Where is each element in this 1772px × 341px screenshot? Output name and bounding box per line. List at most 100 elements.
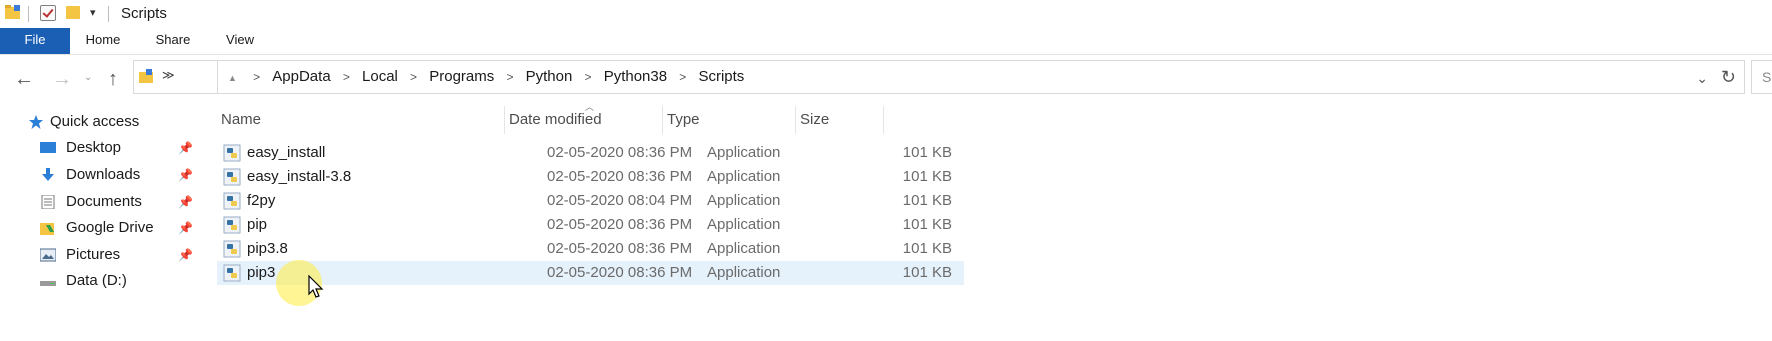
table-row[interactable]: easy_install 02-05-2020 08:36 PM Applica… [217,141,964,165]
python-app-icon [223,168,241,186]
breadcrumb-programs[interactable]: Programs [429,61,494,93]
file-date: 02-05-2020 08:36 PM [547,144,693,161]
sidebar-item-downloads[interactable]: Downloads 📌 [38,162,198,188]
breadcrumb-python38[interactable]: Python38 [604,61,667,93]
file-type: Application [707,144,781,161]
title-bar: ▾ Scripts [0,0,1772,28]
table-row-selected[interactable]: pip3 02-05-2020 08:36 PM Application 101… [217,261,964,285]
desktop-icon [40,142,56,153]
tab-share[interactable]: Share [148,28,198,54]
python-app-icon [223,192,241,210]
python-app-icon [223,240,241,258]
sidebar-item-google-drive[interactable]: Google Drive 📌 [38,215,198,241]
pin-icon[interactable]: 📌 [178,189,193,215]
google-drive-icon [40,223,54,235]
file-date: 02-05-2020 08:36 PM [547,168,693,185]
properties-icon[interactable] [40,5,56,21]
table-row[interactable]: pip3.8 02-05-2020 08:36 PM Application 1… [217,237,964,261]
file-date: 02-05-2020 08:36 PM [547,264,693,281]
up-arrow-icon: ▲ [228,73,237,83]
sidebar-item-label: Pictures [66,246,121,263]
column-header-size[interactable]: Size [796,106,884,134]
sidebar-item-label: Desktop [66,139,122,156]
file-type: Application [707,168,781,185]
file-size: 101 KB [902,216,952,233]
address-dropdown-icon[interactable]: ⌄ [1696,70,1708,87]
file-size: 101 KB [902,240,952,257]
download-icon [42,168,54,181]
sidebar-item-desktop[interactable]: Desktop 📌 [38,135,198,161]
file-size: 101 KB [902,192,952,209]
sidebar-item-label: Quick access [50,113,140,130]
file-type: Application [707,192,781,209]
chevron-right-icon: > [253,70,261,84]
back-icon[interactable]: ← [14,68,34,91]
breadcrumb-appdata[interactable]: AppData [272,61,330,93]
file-name: pip3 [247,264,276,281]
toolbar-divider [28,6,29,22]
breadcrumb-python[interactable]: Python [526,61,573,93]
chevron-right-icon[interactable]: > [410,61,417,93]
file-size: 101 KB [902,144,952,161]
file-date: 02-05-2020 08:36 PM [547,216,693,233]
new-folder-icon[interactable] [66,6,80,19]
column-header-date-modified[interactable]: Date modified [505,106,663,134]
pin-icon[interactable]: 📌 [178,162,193,188]
column-header-type[interactable]: Type [663,106,796,134]
file-date: 02-05-2020 08:04 PM [547,192,693,209]
chevron-down-icon[interactable]: ▾ [90,6,96,19]
file-type: Application [707,264,781,281]
chevron-right-icon[interactable]: > [506,61,513,93]
file-name: f2py [247,192,276,209]
python-app-icon [223,144,241,162]
sidebar-item-label: Downloads [66,166,141,183]
navigation-bar: ← → ⌄ ↑ ≫ ▲ > AppData > Local > Programs… [0,54,1772,106]
pin-icon[interactable]: 📌 [178,135,193,161]
forward-icon[interactable]: → [52,68,72,91]
file-size: 101 KB [902,168,952,185]
folder-icon [139,69,153,83]
pin-icon[interactable]: 📌 [178,242,193,268]
table-row[interactable]: f2py 02-05-2020 08:04 PM Application 101… [217,189,964,213]
pictures-icon [40,248,56,262]
table-row[interactable]: easy_install-3.8 02-05-2020 08:36 PM App… [217,165,964,189]
tab-home[interactable]: Home [78,28,128,54]
sidebar-item-pictures[interactable]: Pictures 📌 [38,242,198,268]
mouse-cursor-icon [308,275,324,298]
sidebar-item-documents[interactable]: Documents 📌 [38,189,198,215]
file-name: pip3.8 [247,240,288,257]
pane-toggle[interactable]: ≫ [133,60,219,94]
sidebar-item-label: Documents [66,193,142,210]
address-bar[interactable]: ▲ > AppData > Local > Programs > Python … [217,60,1745,94]
file-list: ︿ Name Date modified Type Size easy_inst… [217,102,1772,341]
window-title: Scripts [121,5,167,22]
recent-locations-icon[interactable]: ⌄ [84,72,92,83]
chevron-right-icon[interactable]: > [679,61,686,93]
chevron-right-icon[interactable]: > [343,61,350,93]
column-header-name[interactable]: Name [217,106,505,134]
file-date: 02-05-2020 08:36 PM [547,240,693,257]
chevron-right-icon[interactable]: > [585,61,592,93]
search-placeholder: Se [1762,69,1772,85]
search-input[interactable]: Se [1751,60,1772,94]
sidebar-item-data-drive[interactable]: Data (D:) [38,268,198,294]
python-app-icon [223,264,241,282]
tab-view[interactable]: View [218,28,262,54]
breadcrumb-scripts[interactable]: Scripts [698,61,744,93]
navigation-pane: Quick access Desktop 📌 Downloads 📌 Docum… [0,106,198,341]
python-app-icon [223,216,241,234]
sidebar-item-quick-access[interactable]: Quick access [22,109,182,135]
table-row[interactable]: pip 02-05-2020 08:36 PM Application 101 … [217,213,964,237]
sidebar-item-label: Google Drive [66,219,154,236]
tab-file[interactable]: File [0,28,70,54]
file-name: easy_install [247,144,326,161]
file-type: Application [707,216,781,233]
folder-icon[interactable] [4,4,22,20]
file-name: pip [247,216,268,233]
drive-icon [40,281,56,286]
up-icon[interactable]: ↑ [108,68,118,91]
documents-icon [41,195,55,209]
pin-icon[interactable]: 📌 [178,215,193,241]
refresh-icon[interactable]: ↻ [1721,67,1736,88]
breadcrumb-local[interactable]: Local [362,61,398,93]
